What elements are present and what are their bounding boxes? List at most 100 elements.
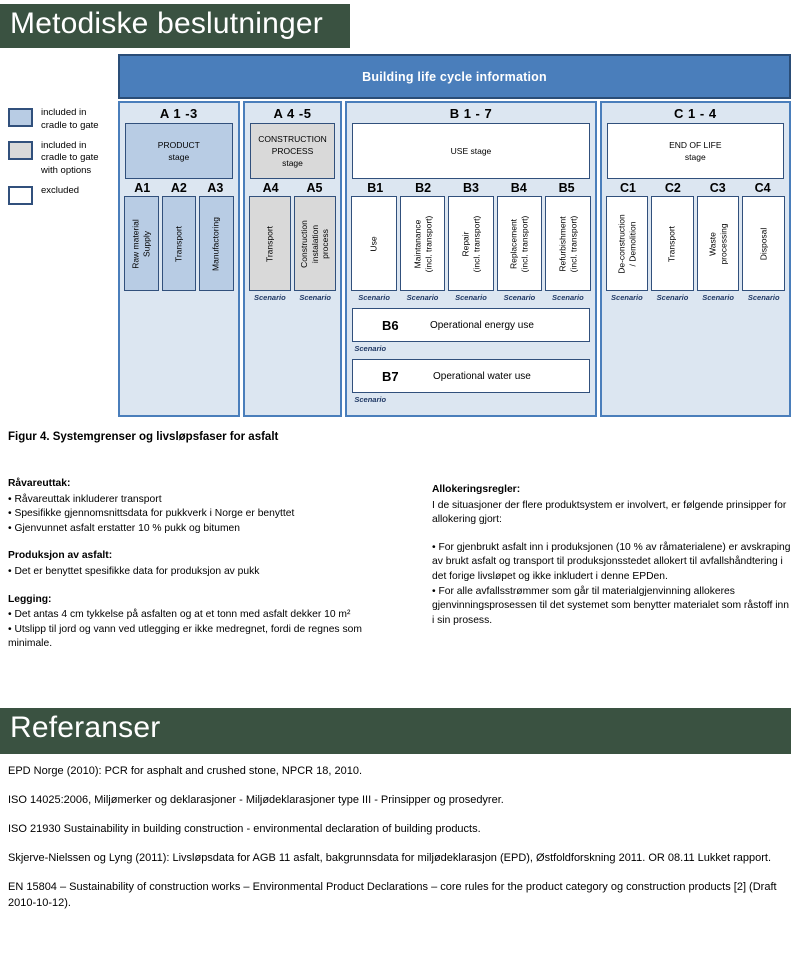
module-box-row: Use Maintanance (incl. transport) Repair (in… xyxy=(347,196,594,291)
text-bullet: • Det er benyttet spesifikke data for pr… xyxy=(8,566,260,578)
module-box-row: De-construction / Demolition Transport Wast… xyxy=(602,196,789,291)
scenario-label xyxy=(199,293,234,302)
module-label: Disposal xyxy=(758,227,769,260)
module-box: Transport xyxy=(248,196,291,291)
diagram-panel-b1-7: B 1 - 7 USE stage B1 B2 B3 B4 B5 Use Maintanance… xyxy=(345,101,597,417)
text-paragraph: I de situasjoner der flere produktsystem… xyxy=(432,499,787,526)
reference-entry: Skjerve-Nielssen og Lyng (2011): Livsløp… xyxy=(8,851,772,864)
text-bullet: • Gjenvunnet asfalt erstatter 10 % pukk … xyxy=(8,522,240,534)
stage-label-box: PRODUCT stage xyxy=(125,123,233,179)
module-box: Transport xyxy=(161,196,197,291)
module-label: Replacement (incl. transport) xyxy=(508,215,530,272)
module-code: C2 xyxy=(664,181,681,195)
module-label: Operational water use xyxy=(433,370,531,382)
scenario-label xyxy=(162,293,197,302)
scenario-label: Scenario xyxy=(747,293,780,302)
scenario-row: Scenario Scenario Scenario Scenario Scenario xyxy=(347,291,594,302)
legend-swatch-excluded xyxy=(8,186,33,206)
reference-entry: ISO 14025:2006, Miljømerker og deklarasj… xyxy=(8,793,504,806)
scenario-label: Scenario xyxy=(503,293,536,302)
legend-label: included in cradle to gate xyxy=(41,107,99,131)
text-column-right: Allokeringsregler: I de situasjoner der f… xyxy=(432,483,792,628)
text-heading: Produksjon av asfalt: xyxy=(8,550,113,562)
wide-module-row: B6 Operational energy use Scenario xyxy=(352,308,590,353)
scenario-row xyxy=(120,291,238,302)
module-code: B7 xyxy=(382,368,399,384)
scenario-label: Scenario xyxy=(702,293,734,302)
legend-label: excluded xyxy=(41,185,80,197)
module-box: Construction instalation process xyxy=(294,196,337,291)
module-code: B3 xyxy=(462,181,479,195)
text-column-left: Råvareuttak: • Råvareuttak inkluderer tra… xyxy=(8,477,408,652)
wide-module-box: B6 Operational energy use xyxy=(352,308,590,342)
wide-module-row: B7 Operational water use Scenario xyxy=(352,359,590,404)
module-code: A3 xyxy=(207,181,224,195)
group-code: A 1 -3 xyxy=(159,106,198,121)
section-banner-methods: Metodiske beslutninger xyxy=(0,4,350,48)
legend-item: excluded xyxy=(8,185,113,206)
reference-entry: ISO 21930 Sustainability in building con… xyxy=(8,822,481,835)
module-label: Transport xyxy=(666,225,677,262)
module-label: Manufactoring xyxy=(210,216,221,271)
section-banner-references: Referanser xyxy=(0,708,791,754)
module-box: Disposal xyxy=(742,196,786,291)
scenario-label: Scenario xyxy=(358,293,390,302)
diagram-header: Building life cycle information xyxy=(118,54,791,99)
diagram-legend: included in cradle to gate included in cra… xyxy=(8,107,113,212)
module-code: A1 xyxy=(134,181,151,195)
text-bullet: • For gjenbrukt asfalt inn i produksjone… xyxy=(432,541,791,583)
module-box: Transport xyxy=(651,196,694,291)
scenario-row: Scenario Scenario xyxy=(245,291,341,302)
module-code: A5 xyxy=(306,181,323,195)
text-bullet: • Utslipp til jord og vann ved utlegging… xyxy=(8,623,362,650)
module-code-row: B1 B2 B3 B4 B5 xyxy=(347,179,594,196)
module-code: A2 xyxy=(170,181,187,195)
text-heading: Råvareuttak: xyxy=(8,478,71,489)
module-box: Replacement (incl. transport) xyxy=(496,196,543,291)
module-box: Raw material Supply xyxy=(124,196,159,291)
module-code: C4 xyxy=(754,181,771,195)
module-label: Raw material Supply xyxy=(130,218,152,269)
wide-module-box: B7 Operational water use xyxy=(352,359,590,393)
legend-label: included in cradle to gate with options xyxy=(41,139,99,177)
scenario-row: Scenario Scenario Scenario Scenario xyxy=(602,291,789,302)
scenario-label: Scenario xyxy=(354,395,387,404)
module-code: B1 xyxy=(367,181,384,195)
text-bullet: • Råvareuttak inkluderer transport xyxy=(8,493,162,505)
scenario-label xyxy=(124,293,159,302)
module-code: B5 xyxy=(558,181,575,195)
module-box: De-construction / Demolition xyxy=(605,196,649,291)
module-code-row: A4 A5 xyxy=(245,179,341,196)
scenario-label: Scenario xyxy=(299,293,332,302)
module-box: Waste processing xyxy=(696,196,740,291)
module-box-row: Raw material Supply Transport Manufactoring xyxy=(120,196,238,291)
group-code: B 1 - 7 xyxy=(449,106,493,121)
module-label: Refurbishment (incl. transport) xyxy=(557,215,578,272)
group-code: A 4 -5 xyxy=(273,106,312,121)
diagram-panel-a4-5: A 4 -5 CONSTRUCTION PROCESS stage A4 A5 Transp… xyxy=(242,101,343,417)
module-box: Maintanance (incl. transport) xyxy=(399,196,446,291)
module-code: C1 xyxy=(620,181,636,195)
module-box: Refurbishment (incl. transport) xyxy=(545,196,591,291)
text-heading: Allokeringsregler: xyxy=(432,484,521,495)
scenario-label: Scenario xyxy=(552,293,584,302)
scenario-label: Scenario xyxy=(406,293,439,302)
module-label: Operational energy use xyxy=(429,319,534,331)
reference-entry: EN 15804 – Sustainability of constructio… xyxy=(8,880,777,909)
legend-swatch-with-options xyxy=(8,140,33,160)
scenario-label: Scenario xyxy=(656,293,689,302)
scenario-label: Scenario xyxy=(354,344,387,353)
module-code: B6 xyxy=(382,317,399,333)
module-box: Use xyxy=(351,196,397,291)
module-box-row: Transport Construction instalation process xyxy=(245,196,341,291)
diagram-panel-c1-4: C 1 - 4 END OF LIFE stage C1 C2 C3 C4 De-constr… xyxy=(599,101,791,417)
module-code: B4 xyxy=(510,181,527,195)
module-label: De-construction / Demolition xyxy=(616,213,637,274)
module-label: Construction instalation process xyxy=(299,219,331,268)
text-bullet: • Spesifikke gjennomsnittsdata for pukkv… xyxy=(8,508,295,520)
module-label: Repair (incl. transport) xyxy=(460,215,481,272)
diagram-panel-a1-3: A 1 -3 PRODUCT stage A1 A2 A3 Raw material Supp… xyxy=(118,101,240,417)
